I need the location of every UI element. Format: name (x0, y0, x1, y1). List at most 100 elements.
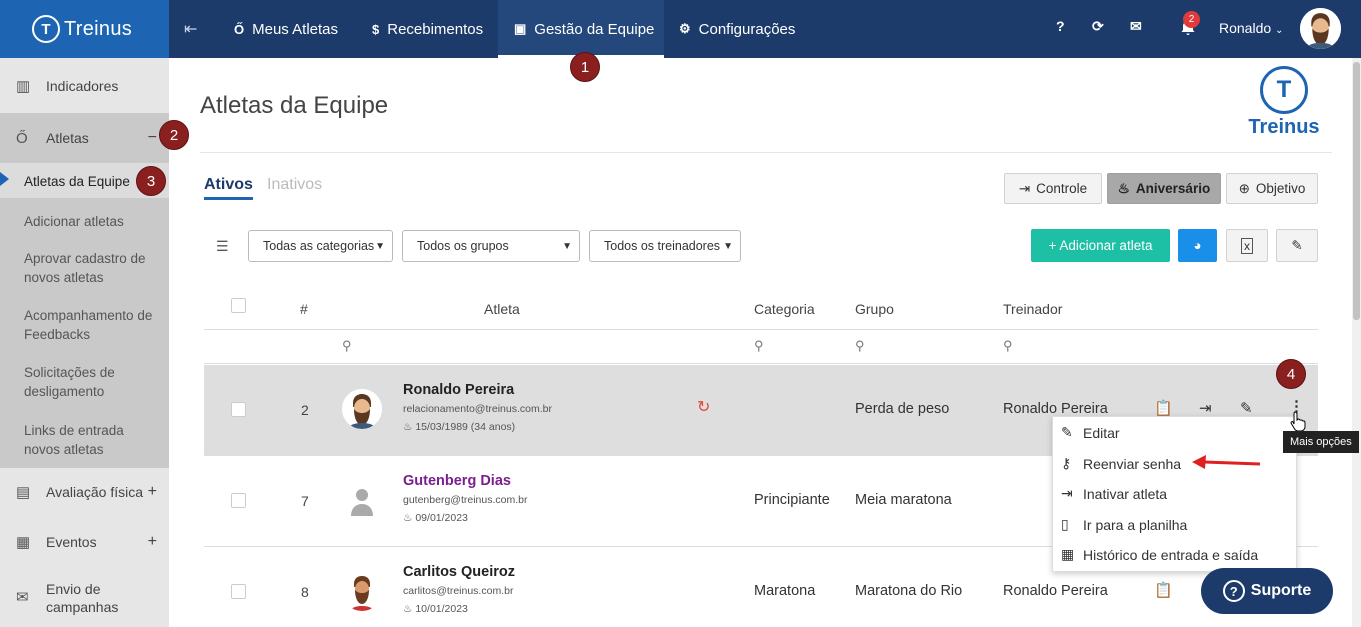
col-header-coach[interactable]: Treinador (1003, 301, 1062, 317)
search-coach-icon[interactable]: ⚲ (1003, 338, 1013, 354)
sidebar-item-eventos[interactable]: ▦ Eventos + (0, 516, 169, 568)
user-name: Ronaldo (1219, 20, 1272, 36)
sidebar: ▥ Indicadores Ő Atletas − Atletas da Equ… (0, 58, 169, 627)
sync-icon[interactable]: ⟳ (1092, 18, 1104, 35)
filter-icon[interactable]: ☰ (216, 238, 229, 255)
chevron-down-icon: ▼ (562, 240, 572, 252)
athlete-name[interactable]: Ronaldo Pereira (403, 382, 514, 398)
clipboard-icon[interactable]: 📋 (1154, 581, 1173, 599)
cake-icon: ♨ (1117, 180, 1130, 196)
mail-icon[interactable]: ✉ (1130, 18, 1142, 35)
dollar-icon: $ (372, 21, 380, 37)
col-header-athlete[interactable]: Atleta (484, 301, 520, 317)
sidebar-sub-feedbacks[interactable]: Acompanhamento de Feedbacks (0, 299, 169, 356)
menu-item-inativar[interactable]: ⇥ Inativar atleta (1061, 485, 1167, 502)
excel-icon: x (1241, 237, 1253, 254)
sidebar-item-avaliacao[interactable]: ▤ Avaliação física + (0, 468, 169, 516)
birthday-text: 09/01/2023 (415, 512, 468, 524)
aniversario-button[interactable]: ♨ Aniversário (1107, 173, 1221, 204)
search-athlete-icon[interactable]: ⚲ (342, 338, 352, 354)
key-icon: ⚷ (1061, 455, 1072, 471)
athlete-email: relacionamento@treinus.com.br (403, 403, 552, 415)
menu-item-historico[interactable]: ▦ Histórico de entrada e saída (1061, 546, 1258, 563)
export-excel-button[interactable]: x (1226, 229, 1268, 262)
pie-chart-button[interactable]: ◕ (1178, 229, 1217, 262)
expand-toggle[interactable]: + (148, 483, 157, 501)
athlete-name[interactable]: Carlitos Queiroz (403, 564, 515, 580)
row-number: 8 (301, 584, 309, 600)
user-avatar[interactable] (1300, 8, 1341, 49)
athlete-birthday: ♨ 09/01/2023 (403, 512, 468, 524)
nav-gestao-equipe[interactable]: ▣ Gestão da Equipe (498, 0, 664, 58)
page-scrollbar[interactable] (1352, 58, 1361, 627)
sidebar-item-label: Avaliação física (46, 484, 144, 500)
sidebar-item-label: Eventos (46, 534, 97, 550)
pencil-icon: ✎ (1291, 237, 1303, 253)
treinus-logo-icon: T (1260, 66, 1308, 114)
sidebar-item-atletas[interactable]: Ő Atletas − (0, 113, 169, 163)
nav-configuracoes[interactable]: ⚙ Configurações (679, 0, 795, 58)
col-header-category[interactable]: Categoria (754, 301, 815, 317)
support-button[interactable]: ? Suporte (1201, 568, 1333, 614)
coach-select[interactable]: Todos os treinadores ▼ (589, 230, 741, 262)
nav-recebimentos[interactable]: $ Recebimentos (372, 0, 483, 58)
col-header-num[interactable]: # (300, 301, 308, 317)
step-marker-1: 1 (570, 52, 600, 82)
select-value: Todas as categorias (263, 239, 375, 253)
sidebar-sub-aprovar-cadastro[interactable]: Aprovar cadastro de novos atletas (0, 241, 169, 299)
sidebar-sub-desligamento[interactable]: Solicitações de desligamento (0, 356, 169, 413)
help-icon[interactable]: ? (1056, 18, 1065, 34)
pencil-icon[interactable]: ✎ (1240, 399, 1253, 417)
athlete-name[interactable]: Gutenberg Dias (403, 473, 511, 489)
button-label: Objetivo (1255, 181, 1306, 196)
controle-button[interactable]: ⇥ Controle (1004, 173, 1102, 204)
nav-meus-atletas[interactable]: Ő Meus Atletas (234, 0, 338, 58)
athlete-avatar-placeholder (342, 480, 382, 520)
select-all-checkbox[interactable] (231, 298, 246, 313)
select-value: Todos os treinadores (604, 239, 721, 253)
step-marker-2: 2 (159, 120, 189, 150)
category-select[interactable]: Todas as categorias ▼ (248, 230, 393, 262)
edit-columns-button[interactable]: ✎ (1276, 229, 1318, 262)
menu-collapse-icon[interactable]: ⇤ (184, 19, 197, 39)
sidebar-item-campanhas[interactable]: ✉ Envio de campanhas (0, 568, 169, 627)
menu-item-planilha[interactable]: ▯ Ir para a planilha (1061, 516, 1187, 533)
logout-icon[interactable]: ⇥ (1199, 399, 1212, 417)
sidebar-item-label: Indicadores (46, 77, 119, 94)
collapse-toggle[interactable]: − (148, 129, 157, 147)
brand-name: Treinus (64, 17, 133, 40)
search-group-icon[interactable]: ⚲ (855, 338, 865, 354)
id-card-icon: ▣ (514, 21, 527, 36)
athlete-group: Maratona do Rio (855, 583, 963, 599)
refresh-icon[interactable]: ↻ (697, 397, 710, 417)
header-divider (204, 329, 1318, 330)
clipboard-icon[interactable]: 📋 (1154, 399, 1173, 417)
group-select[interactable]: Todos os grupos ▼ (402, 230, 580, 262)
sidebar-sub-label: Solicitações de desligamento (24, 365, 115, 399)
support-label: Suporte (1250, 582, 1312, 599)
add-athlete-button[interactable]: + Adicionar atleta (1031, 229, 1170, 262)
brand-logo[interactable]: T Treinus (0, 0, 169, 58)
athlete-coach: Ronaldo Pereira (1003, 583, 1108, 599)
menu-item-editar[interactable]: ✎ Editar (1061, 424, 1120, 441)
sidebar-sub-links-entrada[interactable]: Links de entrada novos atletas (0, 413, 169, 468)
row-checkbox[interactable] (231, 584, 246, 599)
menu-item-label: Histórico de entrada e saída (1083, 546, 1259, 563)
user-menu[interactable]: Ronaldo ⌄ (1219, 20, 1283, 36)
search-category-icon[interactable]: ⚲ (754, 338, 764, 354)
sidebar-sub-adicionar-atletas[interactable]: Adicionar atletas (0, 198, 169, 241)
row-checkbox[interactable] (231, 402, 246, 417)
expand-toggle[interactable]: + (148, 533, 157, 551)
menu-item-label: Editar (1083, 424, 1120, 441)
tab-inativos[interactable]: Inativos (267, 176, 322, 194)
menu-item-reenviar-senha[interactable]: ⚷ Reenviar senha (1061, 455, 1181, 472)
athlete-group: Perda de peso (855, 401, 950, 417)
row-checkbox[interactable] (231, 493, 246, 508)
col-header-group[interactable]: Grupo (855, 301, 894, 317)
treinus-logo-icon: T (32, 15, 60, 43)
sidebar-item-indicadores[interactable]: ▥ Indicadores (0, 58, 169, 113)
tab-ativos[interactable]: Ativos (204, 176, 253, 200)
scrollbar-thumb[interactable] (1353, 62, 1360, 320)
athlete-coach: Ronaldo Pereira (1003, 401, 1108, 417)
objetivo-button[interactable]: ⊕ Objetivo (1226, 173, 1318, 204)
